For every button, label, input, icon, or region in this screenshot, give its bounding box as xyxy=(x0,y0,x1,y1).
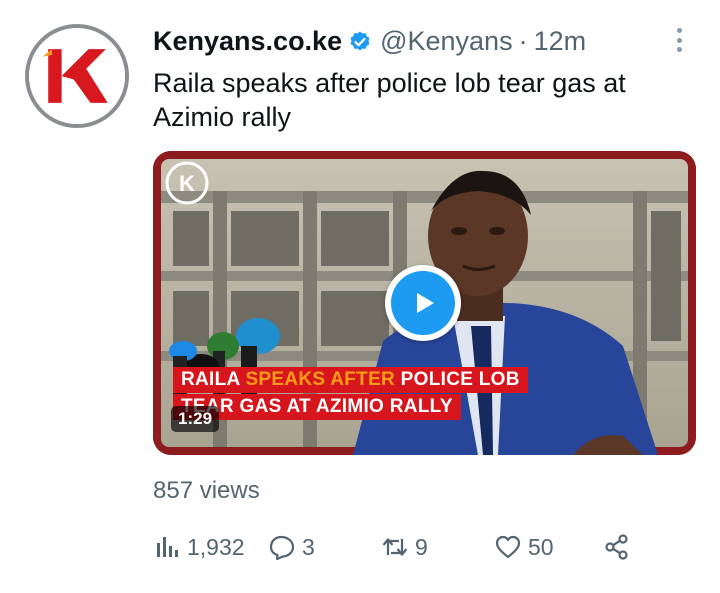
more-icon[interactable] xyxy=(672,28,686,52)
share-button[interactable] xyxy=(603,533,631,561)
play-button[interactable] xyxy=(385,265,461,341)
handle[interactable]: @Kenyans xyxy=(380,26,512,57)
video-caption: RAILA SPEAKS AFTER POLICE LOB TEAR GAS A… xyxy=(173,367,528,420)
tweet-header: Kenyans.co.ke @Kenyans · 12m xyxy=(153,26,586,57)
video-logo-letter: K xyxy=(179,171,195,196)
separator-dot: · xyxy=(518,26,528,56)
display-name[interactable]: Kenyans.co.ke xyxy=(153,26,342,57)
caption-part-1: RAILA xyxy=(181,369,246,390)
caption-part-3: POLICE LOB xyxy=(395,369,520,390)
action-bar: 1,932 3 9 50 xyxy=(153,533,673,567)
tweet-text: Raila speaks after police lob tear gas a… xyxy=(153,68,626,132)
play-icon xyxy=(391,271,455,335)
avatar[interactable] xyxy=(25,24,129,128)
video-duration: 1:29 xyxy=(171,406,220,432)
analytics-icon xyxy=(157,537,178,557)
verified-icon xyxy=(350,31,370,50)
reply-button[interactable]: 3 xyxy=(268,533,315,561)
video-logo-icon: K xyxy=(165,161,209,205)
timestamp[interactable]: 12m xyxy=(534,26,587,57)
view-count: 857 views xyxy=(153,477,260,504)
video-thumbnail[interactable]: K RAILA SPEAKS AFTER POLICE LOB TEAR GAS… xyxy=(153,151,696,455)
reply-count: 3 xyxy=(302,533,315,560)
more-dot xyxy=(676,37,682,43)
more-dot xyxy=(676,28,682,33)
caption-line-1: RAILA SPEAKS AFTER POLICE LOB xyxy=(173,367,528,393)
kenyans-logo xyxy=(29,28,125,124)
retweet-button[interactable]: 9 xyxy=(381,533,428,561)
analytics-button[interactable]: 1,932 xyxy=(153,533,245,561)
like-icon xyxy=(495,535,521,559)
retweet-icon xyxy=(382,538,408,556)
caption-highlight: SPEAKS AFTER xyxy=(245,369,396,390)
like-count: 50 xyxy=(528,533,554,560)
share-icon xyxy=(605,534,628,560)
more-dot xyxy=(676,47,682,52)
like-button[interactable]: 50 xyxy=(494,533,554,561)
play-triangle-icon xyxy=(417,293,434,313)
reply-icon xyxy=(269,535,295,561)
analytics-count: 1,932 xyxy=(187,533,245,560)
retweet-count: 9 xyxy=(415,533,428,560)
